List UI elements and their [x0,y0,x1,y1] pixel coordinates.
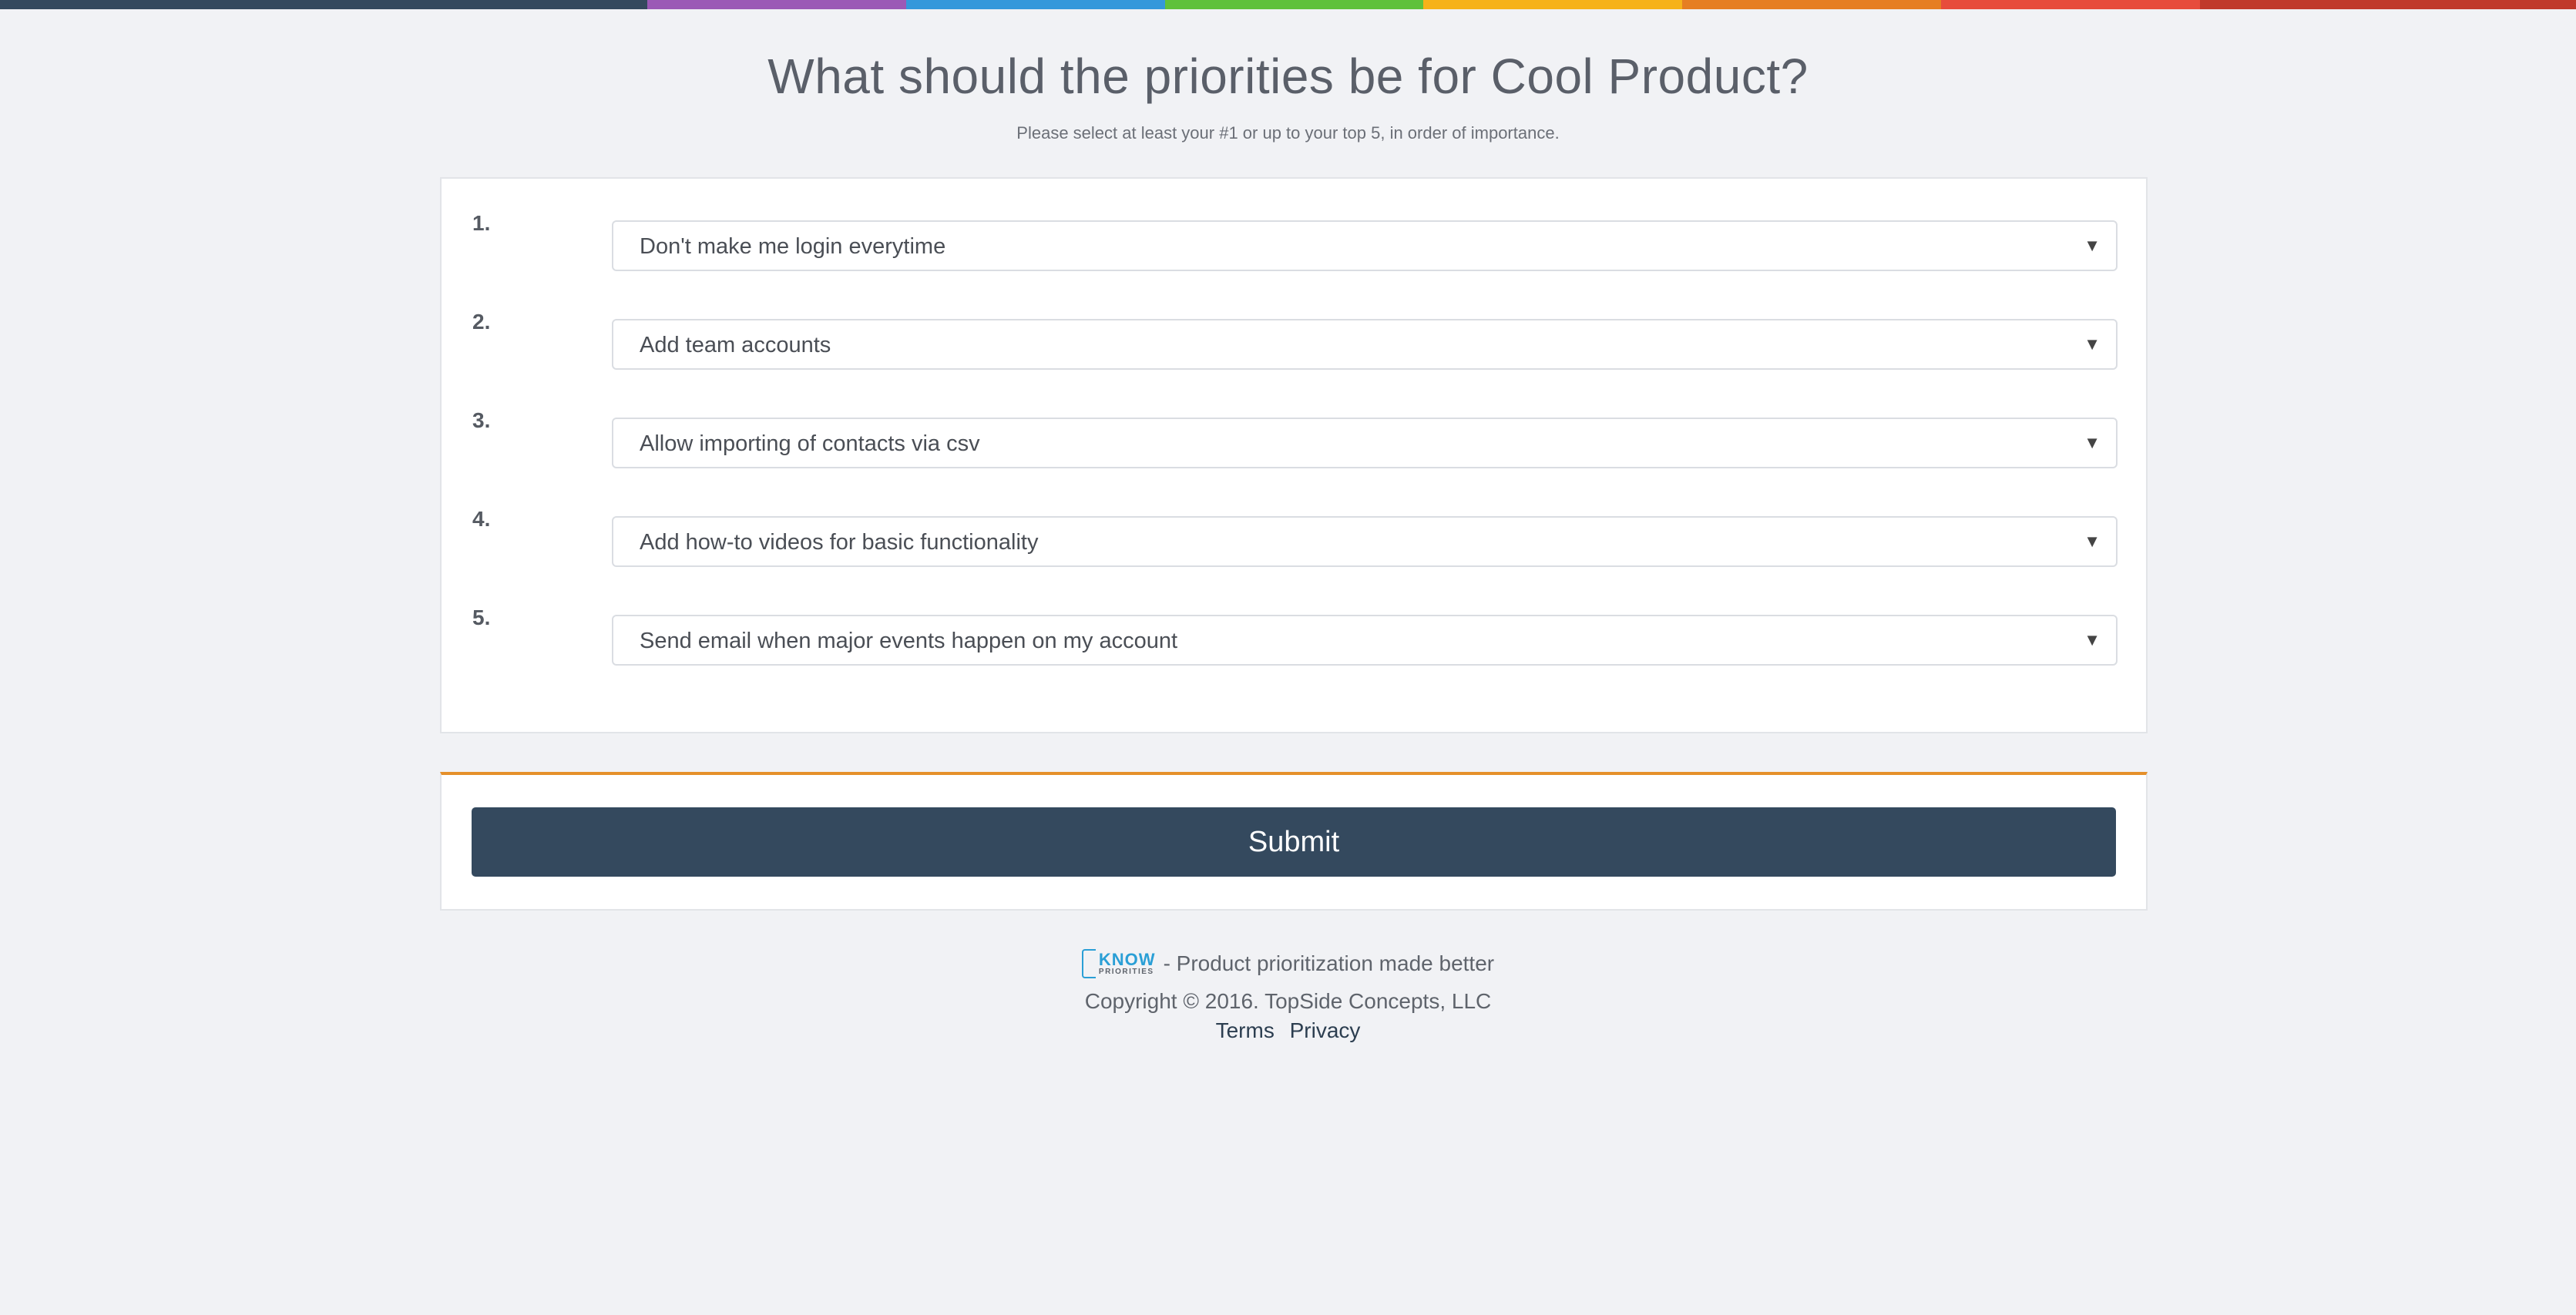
footer-tagline-line: KNOW PRIORITIES - Product prioritization… [0,949,2576,978]
priority-select-value: Send email when major events happen on m… [640,629,1178,653]
priorities-form: 1. Don't make me login everytime ▼ 2. Ad… [440,177,2148,733]
book-icon [1081,949,1096,978]
color-bar-segment [906,0,1165,9]
footer-copyright: Copyright © 2016. TopSide Concepts, LLC [1084,989,1492,1013]
priority-select-value: Add how-to videos for basic functionalit… [640,530,1039,555]
page-instructions: Please select at least your #1 or up to … [1016,123,1560,143]
priority-select-1[interactable]: Don't make me login everytime ▼ [612,220,2118,271]
footer-tagline: - Product prioritization made better [1163,951,1495,975]
color-bar-segment [647,0,906,9]
color-bar-segment [1941,0,2200,9]
priority-number: 1. [472,211,491,235]
color-bar-segment [1682,0,1941,9]
priority-select-value: Allow importing of contacts via csv [640,431,980,456]
color-bar-segment [1423,0,1682,9]
priority-number: 5. [472,606,491,629]
priority-select-value: Add team accounts [640,333,831,357]
priority-row: 2. Add team accounts ▼ [442,310,2149,370]
know-priorities-logo[interactable]: KNOW PRIORITIES [1081,949,1156,978]
caret-down-icon: ▼ [2084,532,2101,551]
page-title: What should the priorities be for Cool P… [767,49,1809,104]
submit-button[interactable]: Submit [472,807,2116,877]
priority-row: 1. Don't make me login everytime ▼ [442,211,2149,271]
footer-links: Terms Privacy [0,1018,2576,1043]
priority-select-value: Don't make me login everytime [640,234,946,259]
caret-down-icon: ▼ [2084,236,2101,255]
color-bar-segment [0,0,647,9]
logo-subword: PRIORITIES [1098,968,1154,976]
logo-word: KNOW [1098,950,1156,969]
terms-link[interactable]: Terms [1216,1018,1275,1042]
color-bar-segment [2200,0,2576,9]
priority-row: 4. Add how-to videos for basic functiona… [442,507,2149,567]
priority-number: 4. [472,507,491,531]
logo-wordmark: KNOW PRIORITIES [1099,951,1156,976]
priority-select-3[interactable]: Allow importing of contacts via csv ▼ [612,418,2118,468]
priority-select-2[interactable]: Add team accounts ▼ [612,319,2118,370]
priority-select-5[interactable]: Send email when major events happen on m… [612,615,2118,666]
priority-select-4[interactable]: Add how-to videos for basic functionalit… [612,516,2118,567]
caret-down-icon: ▼ [2084,334,2101,354]
priority-number: 3. [472,408,491,432]
caret-down-icon: ▼ [2084,433,2101,452]
color-bar [0,0,2576,9]
priority-row: 3. Allow importing of contacts via csv ▼ [442,408,2149,468]
footer: KNOW PRIORITIES - Product prioritization… [0,949,2576,1043]
color-bar-segment [1165,0,1423,9]
priority-number: 2. [472,310,491,334]
privacy-link[interactable]: Privacy [1290,1018,1361,1042]
priority-row: 5. Send email when major events happen o… [442,606,2149,666]
caret-down-icon: ▼ [2084,630,2101,649]
submit-panel: Submit [440,772,2148,911]
